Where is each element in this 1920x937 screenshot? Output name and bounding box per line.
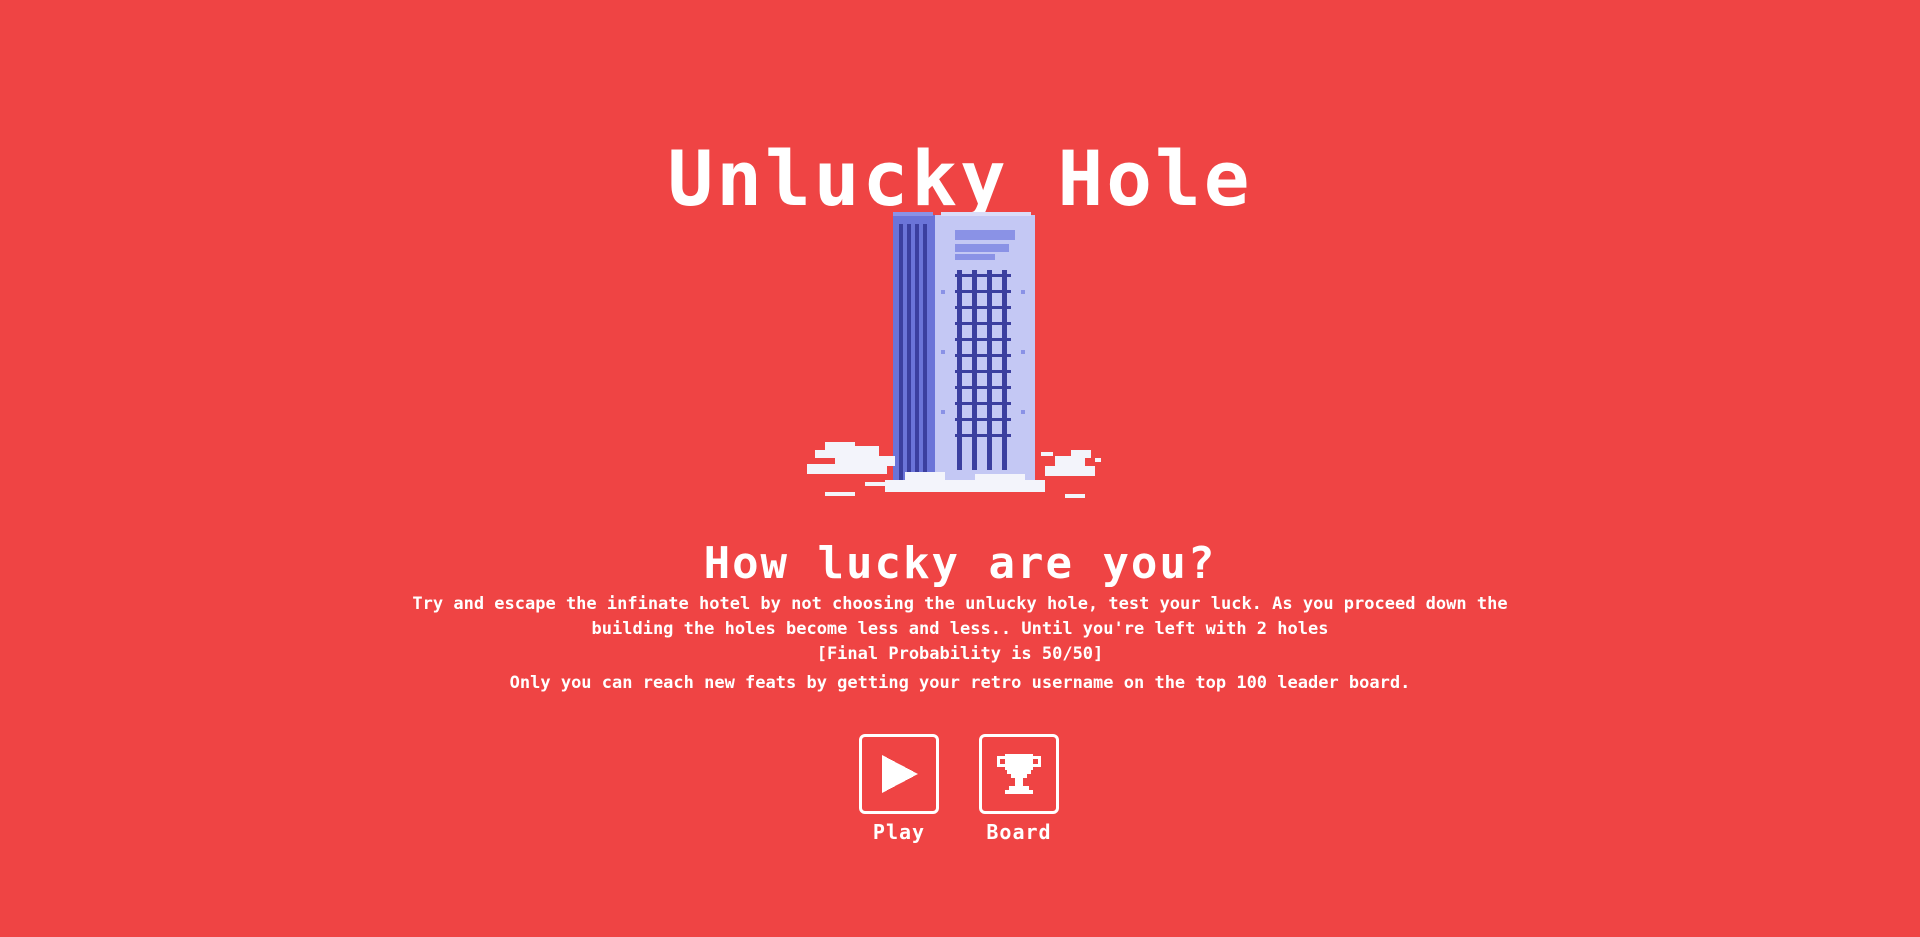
board-button[interactable]: Board xyxy=(979,734,1059,844)
subtitle: How lucky are you? xyxy=(703,537,1217,589)
pixel-hotel-building-icon xyxy=(807,212,1101,498)
game-title: Unlucky Hole xyxy=(667,133,1253,223)
game-description: Try and escape the infinate hotel by not… xyxy=(400,592,1520,696)
leaderboard-note: Only you can reach new feats by getting … xyxy=(509,673,1411,693)
play-label: Play xyxy=(872,820,926,844)
trophy-icon xyxy=(997,754,1041,794)
play-button[interactable]: Play xyxy=(859,734,939,844)
board-button-frame[interactable] xyxy=(979,734,1059,814)
play-button-frame[interactable] xyxy=(859,734,939,814)
description-text: Try and escape the infinate hotel by not… xyxy=(412,594,1508,639)
play-icon xyxy=(882,755,918,793)
probability-text: [Final Probability is 50/50] xyxy=(816,644,1104,664)
start-screen: Unlucky Hole How lucky are you? Try and … xyxy=(0,0,1920,937)
hotel-illustration xyxy=(805,210,1115,502)
board-label: Board xyxy=(986,820,1052,844)
action-buttons: Play Board xyxy=(859,734,1059,844)
